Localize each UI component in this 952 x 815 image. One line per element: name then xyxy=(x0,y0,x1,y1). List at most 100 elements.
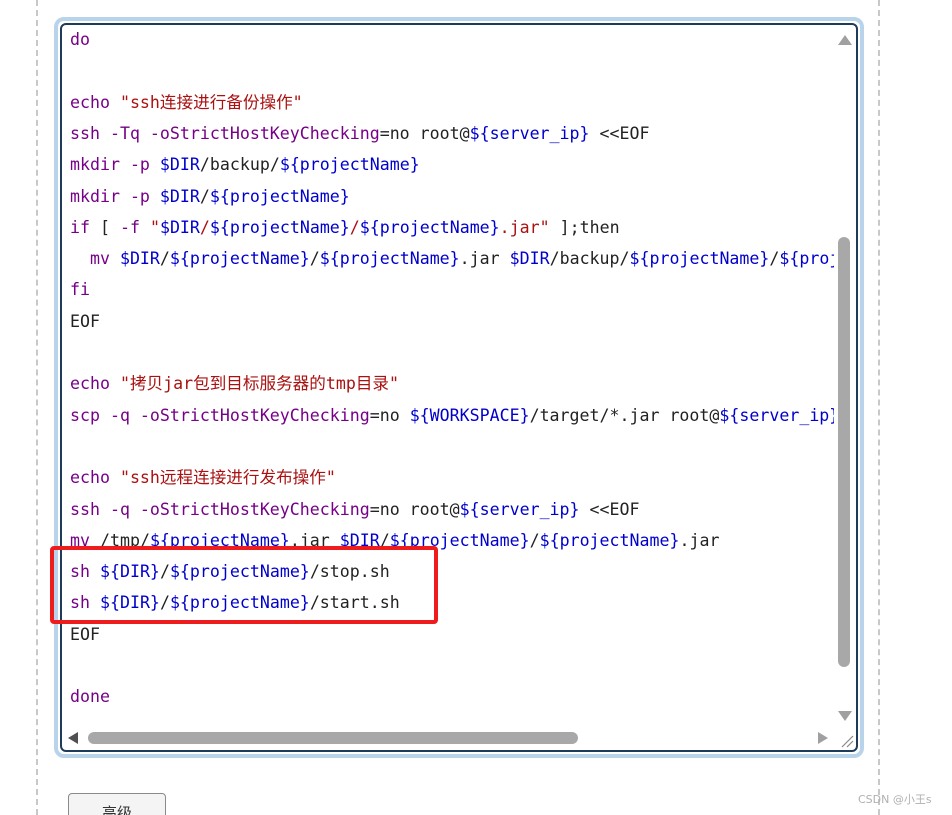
code-line: mv $DIR/${projectName}/${projectName}.ja… xyxy=(70,247,834,271)
code-token: done xyxy=(70,687,110,707)
code-line: fi xyxy=(70,278,90,302)
code-line: EOF xyxy=(70,623,100,647)
resize-grip-icon[interactable] xyxy=(838,732,854,748)
code-token: $DIR xyxy=(509,249,550,269)
code-line: EOF xyxy=(70,310,100,334)
code-token: mv xyxy=(70,530,100,550)
code-line: mv /tmp/${projectName}.jar $DIR/${projec… xyxy=(70,529,719,553)
code-token: ${projectName} xyxy=(209,186,350,206)
code-token: $DIR xyxy=(159,217,200,237)
code-token: do xyxy=(70,30,90,49)
code-token: EOF xyxy=(70,311,100,331)
code-token: [ xyxy=(89,217,120,237)
code-token: =no xyxy=(369,405,410,425)
code-token: ${projectName} xyxy=(319,249,460,269)
code-token: /tmp/ xyxy=(99,530,150,550)
code-token: =no root@ xyxy=(379,123,470,143)
code-token: /backup/ xyxy=(549,249,630,269)
watermark: CSDN @小王s xyxy=(858,793,932,806)
scroll-left-arrow-icon[interactable] xyxy=(68,732,78,744)
code-token: "拷贝jar包到目标服务器的tmp目录" xyxy=(119,374,399,394)
code-token: / xyxy=(159,249,170,269)
code-token: / xyxy=(529,530,540,550)
code-token: <<EOF xyxy=(589,123,650,143)
code-token: <<EOF xyxy=(579,499,640,519)
code-token: ${proje xyxy=(779,249,834,269)
code-line: scp -q -oStrictHostKeyChecking=no ${WORK… xyxy=(70,404,834,428)
code-token: ];then xyxy=(549,217,620,237)
code-token: scp -q -oStrictHostKeyChecking xyxy=(70,405,370,425)
code-token: / xyxy=(159,562,170,582)
code-token: / xyxy=(379,530,390,550)
scroll-down-arrow-icon[interactable] xyxy=(838,711,852,721)
code-line: sh ${DIR}/${projectName}/stop.sh xyxy=(70,560,390,584)
code-token: / xyxy=(349,217,360,237)
horizontal-scroll-thumb[interactable] xyxy=(88,732,578,744)
advanced-button[interactable]: 高级 xyxy=(68,793,166,815)
code-token: "ssh连接进行备份操作" xyxy=(119,92,303,112)
code-line: mkdir -p $DIR/${projectName} xyxy=(70,185,350,209)
code-token: ${projectName} xyxy=(169,249,310,269)
script-editor-frame: do echo "ssh连接进行备份操作" ssh -Tq -oStrictHost… xyxy=(54,17,864,758)
code-token: / xyxy=(309,249,320,269)
code-token: if xyxy=(70,217,90,237)
code-line: ssh -Tq -oStrictHostKeyChecking=no root@… xyxy=(70,122,649,146)
code-token: mkdir -p xyxy=(70,155,160,175)
code-token: "ssh远程连接进行发布操作" xyxy=(119,468,336,488)
code-token: ${projectName} xyxy=(169,593,310,613)
code-line: done xyxy=(70,685,110,709)
code-token: ${DIR} xyxy=(99,562,160,582)
code-token: ${server_ip} xyxy=(459,499,580,519)
code-token: /backup/ xyxy=(199,155,280,175)
vertical-scroll-thumb[interactable] xyxy=(838,237,850,667)
code-token: ${projectName} xyxy=(279,155,420,175)
code-token: $DIR xyxy=(159,186,200,206)
script-editor[interactable]: do echo "ssh连接进行备份操作" ssh -Tq -oStrictHost… xyxy=(60,23,858,752)
code-token: mv xyxy=(70,249,120,269)
code-token: echo xyxy=(70,468,120,488)
code-token: ${projectName} xyxy=(359,217,500,237)
code-token: / xyxy=(159,593,170,613)
code-token: .jar" xyxy=(499,217,550,237)
code-token: ${projectName} xyxy=(389,530,530,550)
code-line: mkdir -p $DIR/backup/${projectName} xyxy=(70,153,420,177)
dashed-divider-right xyxy=(878,0,880,815)
code-area[interactable]: do echo "ssh连接进行备份操作" ssh -Tq -oStrictHost… xyxy=(70,25,834,725)
code-line: do xyxy=(70,28,90,52)
code-token: .jar xyxy=(289,530,340,550)
code-token: ${DIR} xyxy=(99,593,160,613)
code-token: ssh -Tq -oStrictHostKeyChecking xyxy=(70,123,380,143)
code-token: / xyxy=(199,217,210,237)
code-line: echo "拷贝jar包到目标服务器的tmp目录" xyxy=(70,372,399,396)
code-token: /start.sh xyxy=(309,593,400,613)
code-line: echo "ssh连接进行备份操作" xyxy=(70,91,303,115)
code-token: ${server_ip} xyxy=(469,123,590,143)
code-token: / xyxy=(769,249,780,269)
code-token: /target/*.jar root@ xyxy=(529,405,720,425)
code-token: " xyxy=(149,217,160,237)
code-token: $DIR xyxy=(159,155,200,175)
code-token: mkdir -p xyxy=(70,186,160,206)
code-token: sh xyxy=(70,593,100,613)
code-line: sh ${DIR}/${projectName}/start.sh xyxy=(70,591,400,615)
code-token: -f xyxy=(119,217,150,237)
scroll-right-arrow-icon[interactable] xyxy=(818,732,828,744)
vertical-scrollbar[interactable] xyxy=(834,25,856,731)
code-token: ${projectName} xyxy=(149,530,290,550)
horizontal-scrollbar[interactable] xyxy=(62,726,842,750)
code-token: ${projectName} xyxy=(169,562,310,582)
dashed-divider-left xyxy=(36,0,38,815)
code-token: =no root@ xyxy=(369,499,460,519)
code-token: fi xyxy=(70,280,90,300)
code-line: ssh -q -oStrictHostKeyChecking=no root@$… xyxy=(70,498,639,522)
scroll-up-arrow-icon[interactable] xyxy=(838,35,852,45)
code-token: EOF xyxy=(70,624,100,644)
code-token: sh xyxy=(70,562,100,582)
code-token: ${WORKSPACE} xyxy=(409,405,530,425)
code-token: ssh -q -oStrictHostKeyChecking xyxy=(70,499,370,519)
code-token: .jar xyxy=(459,249,510,269)
code-token: ${server_ip} xyxy=(719,405,834,425)
code-line: echo "ssh远程连接进行发布操作" xyxy=(70,466,336,490)
code-token: echo xyxy=(70,374,120,394)
code-token: ${projectName} xyxy=(629,249,770,269)
